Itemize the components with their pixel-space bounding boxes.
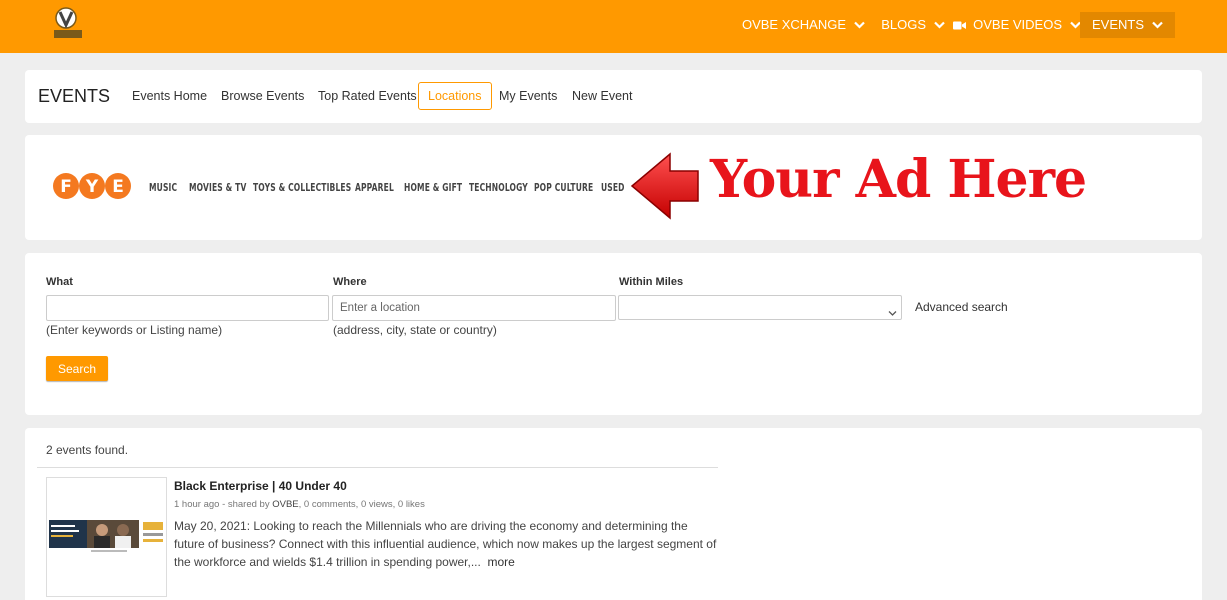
- tab-locations[interactable]: Locations: [418, 82, 492, 110]
- ad-headline: Your Ad Here: [710, 149, 1087, 210]
- svg-text:F: F: [60, 177, 72, 197]
- tab-my-events[interactable]: My Events: [499, 89, 557, 103]
- left-arrow-icon: [630, 151, 700, 226]
- event-meta: 1 hour ago - shared by OVBE, 0 comments,…: [174, 499, 425, 510]
- event-thumbnail[interactable]: [46, 477, 167, 597]
- chevron-down-icon: [888, 304, 897, 322]
- ad-menu-item: USED: [601, 182, 625, 194]
- chevron-down-icon: [854, 12, 865, 38]
- nav-blogs[interactable]: BLOGS: [881, 12, 945, 38]
- results-panel: 2 events found. Black Enterprise | 40 Un…: [25, 428, 1202, 600]
- nav-ovbe-videos[interactable]: OVBE VIDEOS: [953, 12, 1081, 38]
- more-link[interactable]: more: [488, 555, 515, 569]
- nav-label: OVBE XCHANGE: [741, 17, 846, 32]
- where-label: Where: [333, 276, 367, 288]
- nav-label: EVENTS: [1091, 17, 1144, 32]
- ad-menu-item: TOYS & COLLECTIBLES: [253, 182, 352, 194]
- tab-events-home[interactable]: Events Home: [132, 89, 207, 103]
- chevron-down-icon: [1152, 12, 1163, 38]
- within-miles-select[interactable]: [618, 295, 902, 320]
- event-author-link[interactable]: OVBE: [272, 499, 298, 510]
- event-description: May 20, 2021: Looking to reach the Mille…: [174, 517, 719, 571]
- top-navbar: OVBE XCHANGE BLOGS OVBE VIDEOS EVENTS: [0, 0, 1227, 53]
- what-label: What: [46, 276, 73, 288]
- tab-top-rated-events[interactable]: Top Rated Events: [318, 89, 417, 103]
- ad-banner[interactable]: F Y E MUSIC MOVIES & TV TOYS & COLLECTIB…: [25, 135, 1202, 240]
- advanced-search-link[interactable]: Advanced search: [915, 300, 1008, 314]
- ad-menu-item: TECHNOLOGY: [469, 182, 528, 194]
- tab-browse-events[interactable]: Browse Events: [221, 89, 304, 103]
- divider: [37, 467, 718, 468]
- events-header: EVENTS Events Home Browse Events Top Rat…: [25, 70, 1202, 123]
- video-camera-icon: [953, 21, 967, 30]
- nav-ovbe-xchange[interactable]: OVBE XCHANGE: [742, 12, 865, 38]
- what-input[interactable]: [46, 295, 329, 321]
- svg-text:E: E: [112, 177, 124, 197]
- where-input[interactable]: [332, 295, 616, 321]
- event-meta-suffix: , 0 comments, 0 views, 0 likes: [298, 499, 425, 510]
- search-form: What (Enter keywords or Listing name) Wh…: [25, 253, 1202, 415]
- where-hint: (address, city, state or country): [333, 323, 497, 337]
- nav-events[interactable]: EVENTS: [1079, 12, 1175, 38]
- fye-logo: F Y E: [53, 171, 131, 206]
- ad-menu-item: HOME & GIFT: [404, 182, 463, 194]
- search-button[interactable]: Search: [46, 356, 108, 381]
- ad-menu-item: MOVIES & TV: [189, 182, 247, 194]
- event-description-text: May 20, 2021: Looking to reach the Mille…: [174, 519, 717, 569]
- event-title[interactable]: Black Enterprise | 40 Under 40: [174, 479, 347, 493]
- site-logo[interactable]: [52, 6, 84, 40]
- ad-menu-item: MUSIC: [149, 182, 178, 194]
- what-hint: (Enter keywords or Listing name): [46, 323, 223, 337]
- results-count: 2 events found.: [46, 443, 129, 457]
- tab-new-event[interactable]: New Event: [572, 89, 632, 103]
- within-miles-label: Within Miles: [619, 276, 684, 288]
- nav-label: OVBE VIDEOS: [973, 17, 1062, 32]
- chevron-down-icon: [934, 12, 945, 38]
- svg-text:Y: Y: [85, 177, 99, 197]
- nav-label: BLOGS: [881, 17, 926, 32]
- ad-menu-item: APPAREL: [355, 182, 394, 194]
- ad-menu-item: POP CULTURE: [534, 182, 594, 194]
- event-meta-prefix: 1 hour ago - shared by: [174, 499, 273, 510]
- page-title: EVENTS: [38, 86, 111, 106]
